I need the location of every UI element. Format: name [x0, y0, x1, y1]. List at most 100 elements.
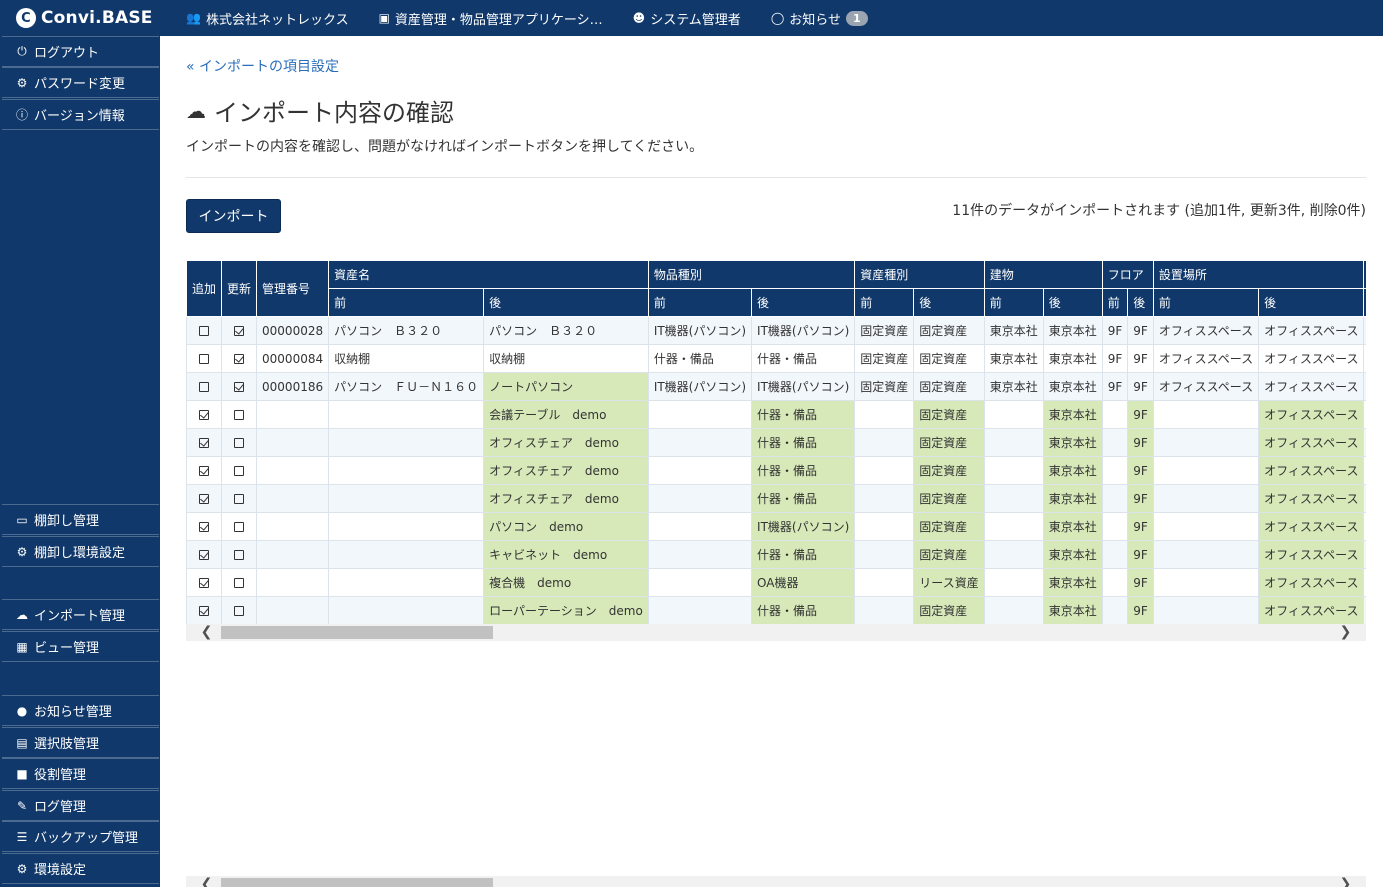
cell-na: オフィスチェア demo: [483, 428, 649, 457]
cloud-upload-icon: ☁: [186, 98, 206, 123]
col-name: 資産名: [328, 260, 649, 289]
col-after: 後: [1042, 288, 1103, 317]
cell-bb: 東京本社: [983, 344, 1044, 373]
brand-mark-icon: C: [16, 8, 36, 28]
back-link[interactable]: « インポートの項目設定: [186, 56, 339, 76]
cell-ta: 固定資産: [913, 512, 985, 541]
cell-fa: 9F: [1127, 316, 1154, 345]
page-horizontal-scrollbar[interactable]: ❮ ❯: [186, 876, 1366, 887]
col-floor: フロア: [1101, 260, 1154, 289]
update-checkbox-cell: [221, 512, 258, 541]
brand-logo[interactable]: C Convi.BASE: [0, 0, 186, 36]
cell-mb: 経理: [1363, 372, 1366, 401]
scrollbar-thumb[interactable]: [221, 626, 493, 639]
col-manager: 管理: [1363, 260, 1366, 289]
cell-nb: 収納棚: [328, 344, 485, 373]
cell-nb: [328, 484, 485, 513]
sidebar-item-settings[interactable]: ⚙ 環境設定: [2, 853, 159, 884]
sidebar-item-inventory-settings[interactable]: ⚙ 棚卸し環境設定: [2, 536, 159, 567]
cell-na: パソコン Ｂ３２０: [483, 316, 649, 345]
cell-ba: 東京本社: [1042, 428, 1103, 457]
import-button[interactable]: インポート: [186, 199, 281, 233]
nav-user-label: システム管理者: [650, 12, 741, 28]
cell-la: オフィススペース: [1258, 568, 1365, 597]
cell-ba: 東京本社: [1042, 540, 1103, 569]
col-before: 前: [328, 288, 485, 317]
cell-ka: 什器・備品: [751, 400, 856, 429]
cell-fa: 9F: [1127, 456, 1154, 485]
update-checkbox-cell: [221, 596, 258, 624]
cell-bb: [983, 540, 1044, 569]
cell-mb: [1363, 596, 1366, 624]
col-before: 前: [647, 288, 753, 317]
cell-lb: [1152, 540, 1260, 569]
cell-nb: [328, 400, 485, 429]
scroll-right-icon[interactable]: ❯: [1337, 624, 1354, 641]
nav-company[interactable]: 👥 株式会社ネットレックス: [186, 9, 349, 28]
sidebar-item-password[interactable]: ⚙ パスワード変更: [2, 67, 159, 98]
col-before: 前: [1152, 288, 1260, 317]
cell-ba: 東京本社: [1042, 484, 1103, 513]
col-before: 前: [1363, 288, 1366, 317]
sidebar-item-view[interactable]: ▦ ビュー管理: [2, 631, 159, 662]
cell-fb: 9F: [1101, 316, 1129, 345]
cell-kb: IT機器(パソコン): [647, 316, 753, 345]
add-checkbox-cell: [186, 512, 223, 541]
cell-kb: [647, 456, 753, 485]
cell-fa: 9F: [1127, 372, 1154, 401]
cell-ba: 東京本社: [1042, 456, 1103, 485]
sidebar-item-notice[interactable]: ● お知らせ管理: [2, 695, 159, 726]
cell-bb: 東京本社: [983, 316, 1044, 345]
cell-ta: 固定資産: [913, 456, 985, 485]
unchecked-checkbox-icon: [234, 606, 245, 616]
cell-bb: [983, 568, 1044, 597]
sidebar-item-import[interactable]: ☁ インポート管理: [2, 599, 159, 630]
col-update: 更新: [221, 260, 258, 317]
import-table-body: 00000028 パソコン Ｂ３２０ パソコン Ｂ３２０ IT機器(パソコン) IT機器…: [186, 316, 1366, 624]
table-horizontal-scrollbar[interactable]: ❮ ❯: [186, 624, 1366, 641]
col-kind: 物品種別: [647, 260, 856, 289]
cell-ta: リース資産: [913, 568, 985, 597]
cell-ta: 固定資産: [913, 596, 985, 624]
nav-app[interactable]: ▣ 資産管理・物品管理アプリケーシ…: [379, 9, 603, 28]
sidebar-item-inventory[interactable]: ▭ 棚卸し管理: [2, 504, 159, 535]
table-icon: ▦: [16, 639, 28, 654]
cell-bb: [983, 484, 1044, 513]
sidebar-item-choices[interactable]: ▤ 選択肢管理: [2, 727, 159, 758]
edit-icon: ✎: [16, 798, 28, 813]
cell-kb: [647, 568, 753, 597]
sidebar-item-logs[interactable]: ✎ ログ管理: [2, 790, 159, 821]
cell-bb: [983, 428, 1044, 457]
table-row: オフィスチェア demo 什器・備品 固定資産 東京本社 9F オフィススペース: [186, 456, 1366, 485]
sidebar-item-roles[interactable]: ■ 役割管理: [2, 758, 159, 789]
cell-kb: [647, 484, 753, 513]
cell-mb: [1363, 456, 1366, 485]
scrollbar-thumb[interactable]: [221, 878, 493, 887]
import-table-wrapper: 追加 更新 管理番号 資産名 物品種別 資産種別 建物 フロア 設置場所 管理 …: [186, 260, 1366, 624]
nav-user[interactable]: ☻ システム管理者: [633, 9, 741, 28]
add-checkbox-cell: [186, 596, 223, 624]
nav-notice[interactable]: ◯ お知らせ 1: [771, 9, 868, 28]
cell-kb: [647, 400, 753, 429]
cell-ka: 什器・備品: [751, 540, 856, 569]
sidebar-item-version[interactable]: ⓘ バージョン情報: [2, 99, 159, 130]
add-checkbox-cell: [186, 484, 223, 513]
lock-icon: ■: [16, 766, 28, 781]
checked-checkbox-icon: [234, 326, 245, 336]
scroll-left-icon[interactable]: ❮: [198, 624, 215, 641]
scroll-left-icon[interactable]: ❮: [198, 876, 215, 887]
nav-app-label: 資産管理・物品管理アプリケーシ…: [394, 12, 603, 28]
scroll-right-icon[interactable]: ❯: [1337, 876, 1354, 887]
sidebar-item-logout[interactable]: ⏻ ログアウト: [2, 36, 159, 67]
unchecked-checkbox-icon: [234, 438, 245, 448]
list-icon: ▤: [16, 735, 28, 750]
cell-fb: [1101, 484, 1129, 513]
cell-mb: [1363, 512, 1366, 541]
cell-fb: [1101, 540, 1129, 569]
cell-ka: IT機器(パソコン): [751, 372, 856, 401]
checked-checkbox-icon: [199, 522, 209, 532]
sidebar-item-backup[interactable]: ☰ バックアップ管理: [2, 821, 159, 852]
unchecked-checkbox-icon: [199, 354, 209, 364]
cell-tb: [854, 484, 915, 513]
import-summary: 11件のデータがインポートされます (追加1件, 更新3件, 削除0件): [952, 203, 1366, 219]
